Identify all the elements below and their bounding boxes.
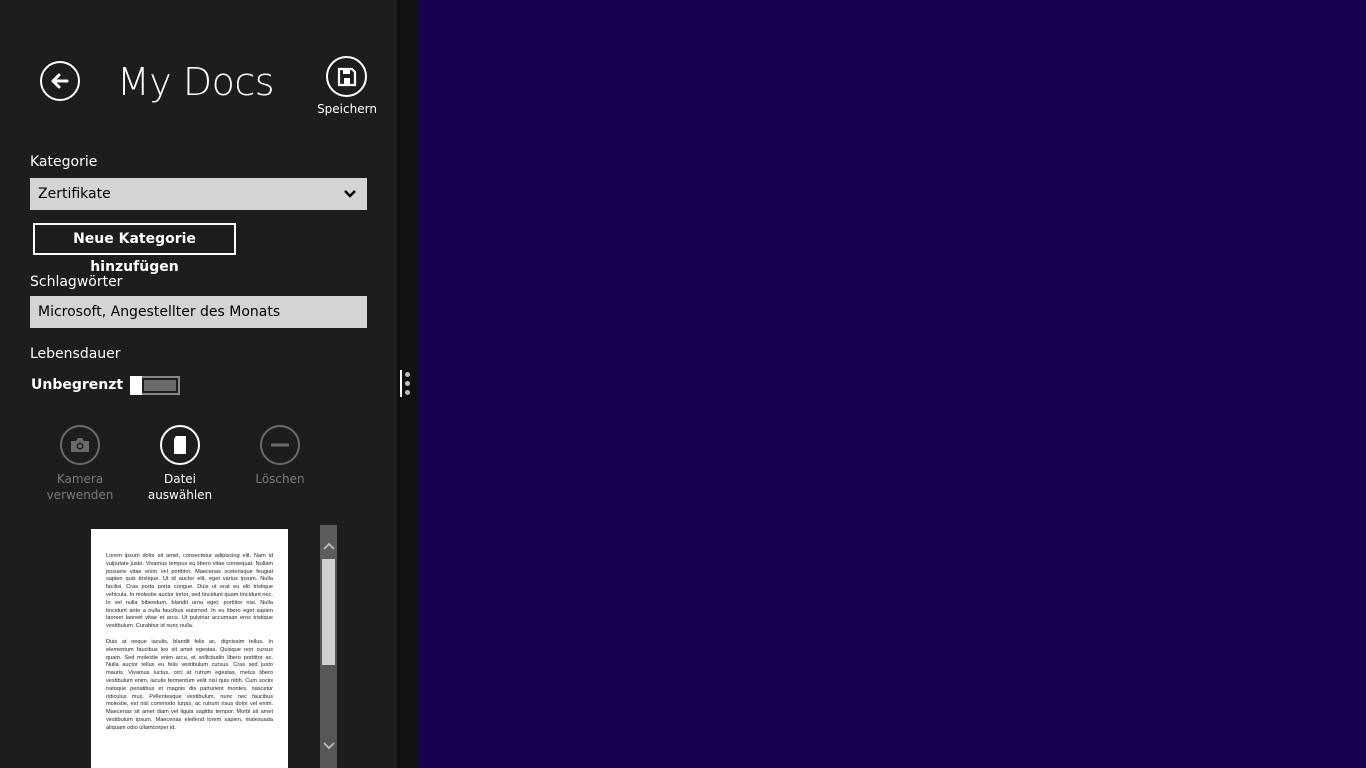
tags-input[interactable]: Microsoft, Angestellter des Monats xyxy=(30,296,367,328)
page-title: My Docs xyxy=(117,60,275,104)
back-button[interactable] xyxy=(40,61,80,101)
back-arrow-icon xyxy=(51,73,69,89)
toggle-track xyxy=(144,380,176,391)
document-icon xyxy=(174,436,186,454)
choose-file-button-ring xyxy=(160,425,200,465)
minus-icon xyxy=(271,443,289,447)
grip-dot-icon xyxy=(405,381,410,386)
lifetime-label: Lebensdauer xyxy=(30,346,121,362)
preview-paragraph-2: Duis at neque iaculis, blandit felis ac,… xyxy=(106,638,273,731)
save-button[interactable] xyxy=(326,56,367,97)
choose-file-button-label: Datei auswählen xyxy=(147,472,213,502)
category-label: Kategorie xyxy=(30,154,98,170)
category-dropdown[interactable]: Zertifikate xyxy=(30,178,367,210)
grip-dot-icon xyxy=(405,390,410,395)
preview-scrollbar[interactable] xyxy=(320,525,337,768)
add-category-button[interactable]: Neue Kategorie hinzufügen xyxy=(33,223,236,275)
chevron-down-icon xyxy=(344,190,356,198)
side-panel: My Docs Speichern Kategorie Zertifikate … xyxy=(0,0,397,768)
delete-button-ring xyxy=(260,425,300,465)
camera-button[interactable]: Kamera verwenden xyxy=(35,425,125,503)
preview-paragraph-1: Lorem ipsum dolor sit amet, consectetur … xyxy=(106,553,273,630)
toggle-thumb[interactable] xyxy=(130,376,142,395)
camera-button-label-line1: Kamera xyxy=(56,472,104,486)
choose-file-button[interactable]: Datei auswählen xyxy=(132,425,228,503)
scroll-up-button[interactable] xyxy=(322,539,335,553)
pane-splitter-handle[interactable] xyxy=(397,0,419,768)
lifetime-value-label: Unbegrenzt xyxy=(31,377,124,393)
camera-button-label-line2: verwenden xyxy=(46,488,114,502)
category-selected-value: Zertifikate xyxy=(38,186,111,202)
save-icon xyxy=(337,67,356,86)
chevron-up-icon xyxy=(322,542,335,550)
grip-dot-icon xyxy=(405,372,410,377)
tags-label: Schlagwörter xyxy=(30,274,123,290)
camera-icon xyxy=(71,438,89,452)
camera-button-ring xyxy=(60,425,100,465)
save-button-label: Speichern xyxy=(317,102,377,116)
splitter-bar xyxy=(400,370,402,397)
main-workspace xyxy=(419,0,1366,768)
document-preview: Lorem ipsum dolor sit amet, consectetur … xyxy=(91,529,288,768)
chevron-down-icon xyxy=(322,742,335,750)
delete-button[interactable]: Löschen xyxy=(235,425,325,487)
scrollbar-thumb[interactable] xyxy=(322,559,335,665)
scroll-down-button[interactable] xyxy=(322,739,335,753)
delete-button-label: Löschen xyxy=(255,472,305,486)
lifetime-toggle[interactable] xyxy=(130,376,180,395)
